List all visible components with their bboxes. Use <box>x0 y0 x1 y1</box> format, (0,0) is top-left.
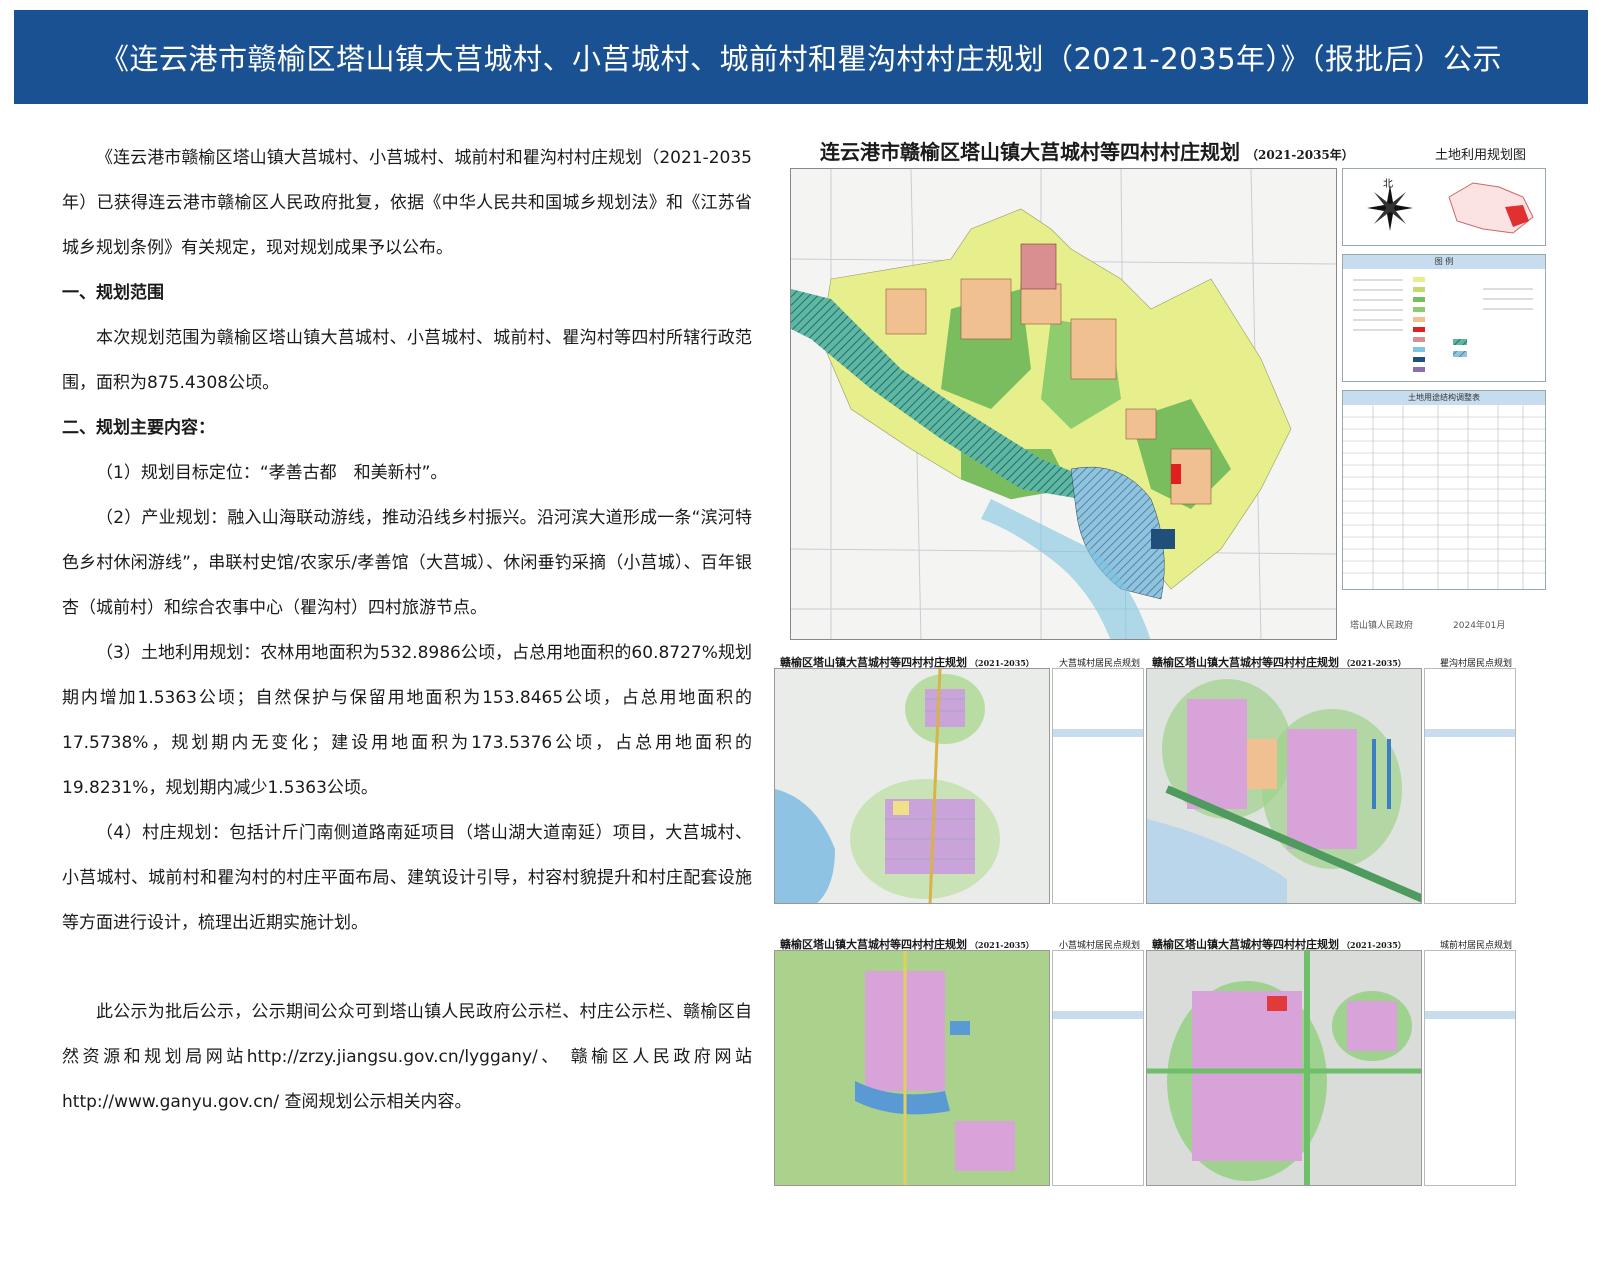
date-label: 2024年01月 <box>1453 621 1506 631</box>
land-use-map-drawing <box>791 169 1336 639</box>
settlement-map-image <box>1146 668 1422 904</box>
main-map-year: （2021-2035年） <box>1246 148 1354 162</box>
settlement-plan-panel-4: 赣榆区塔山镇大莒城村等四村村庄规划 （2021-2035） 城前村居民点规划 <box>1146 936 1516 1186</box>
table-title: 土地用途结构调整表 <box>1343 391 1545 405</box>
notice-text: 《连云港市赣榆区塔山镇大莒城村、小莒城村、城前村和瞿沟村村庄规划（2021-20… <box>62 136 752 1125</box>
settlement-plan-panel-1: 赣榆区塔山镇大莒城村等四村村庄规划 （2021-2035） 大莒城村居民点规划 <box>774 654 1144 904</box>
settlement-plan-panel-3: 赣榆区塔山镇大莒城村等四村村庄规划 （2021-2035） 小莒城村居民点规划 <box>774 936 1144 1186</box>
land-use-table: 土地用途结构调整表 <box>1342 390 1546 590</box>
settlement-map-drawing <box>1147 951 1421 1185</box>
section1-body: 本次规划范围为赣榆区塔山镇大莒城村、小莒城村、城前村、瞿沟村等四村所辖行政范围，… <box>62 328 752 393</box>
settlement-map-image <box>1146 950 1422 1186</box>
map-footer: 塔山镇人民政府 2024年01月 <box>1350 618 1505 631</box>
sub-legend <box>1424 668 1516 904</box>
sub-legend <box>1052 950 1144 1186</box>
section2-heading: 二、规划主要内容： <box>62 418 215 438</box>
item-4: （4）村庄规划：包括计斤门南侧道路南延项目（塔山湖大道南延）项目，大莒城村、小莒… <box>62 823 752 933</box>
settlement-map-image <box>774 668 1050 904</box>
table-grid <box>1343 405 1545 589</box>
settlement-map-image <box>774 950 1050 1186</box>
intro-paragraph: 《连云港市赣榆区塔山镇大莒城村、小莒城村、城前村和瞿沟村村庄规划（2021-20… <box>62 148 752 258</box>
sub-legend <box>1052 668 1144 904</box>
land-use-map-panel: 连云港市赣榆区塔山镇大莒城村等四村村庄规划 （2021-2035年） 土地利用规划… <box>790 130 1546 642</box>
compass-icon <box>1367 185 1413 231</box>
settlement-map-drawing <box>775 951 1049 1185</box>
legend-box: 图 例 <box>1342 254 1546 382</box>
section1-heading: 一、规划范围 <box>62 283 164 303</box>
main-map-title: 连云港市赣榆区塔山镇大莒城村等四村村庄规划 （2021-2035年） <box>820 140 1354 164</box>
page-title: 《连云港市赣榆区塔山镇大莒城村、小莒城村、城前村和瞿沟村村庄规划（2021-20… <box>99 42 1503 76</box>
map-side-panel: 北 图 例 土地用途结构调整表 <box>1342 168 1546 640</box>
location-map-icon <box>1448 182 1534 234</box>
location-inset: 北 <box>1342 168 1546 246</box>
settlement-map-drawing <box>1147 669 1421 903</box>
sub-legend <box>1424 950 1516 1186</box>
settlement-plan-panel-2: 赣榆区塔山镇大莒城村等四村村庄规划 （2021-2035） 瞿沟村居民点规划 <box>1146 654 1516 904</box>
legend-swatches <box>1353 277 1533 372</box>
item-2: （2）产业规划：融入山海联动游线，推动沿线乡村振兴。沿河滨大道形成一条“滨河特色… <box>62 508 752 618</box>
main-map-subtitle: 土地利用规划图 <box>1434 148 1526 163</box>
legend-title: 图 例 <box>1343 255 1545 269</box>
land-use-map-image <box>790 168 1337 640</box>
item-1: （1）规划目标定位：“孝善古都 和美新村”。 <box>96 463 448 483</box>
item-3: （3）土地利用规划：农林用地面积为532.8986公顷，占总用地面积的60.87… <box>62 643 752 798</box>
closing-paragraph: 此公示为批后公示，公示期间公众可到塔山镇人民政府公示栏、村庄公示栏、赣榆区自然资… <box>62 1002 752 1112</box>
settlement-map-drawing <box>775 669 1049 903</box>
title-banner: 《连云港市赣榆区塔山镇大莒城村、小莒城村、城前村和瞿沟村村庄规划（2021-20… <box>14 10 1588 104</box>
issuer-label: 塔山镇人民政府 <box>1350 621 1414 631</box>
